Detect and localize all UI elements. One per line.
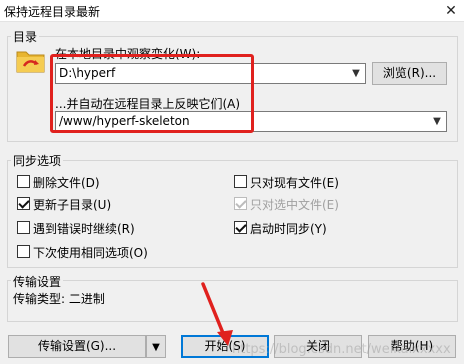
chevron-down-icon[interactable]: ▼: [347, 64, 365, 83]
delete-files-checkbox[interactable]: [17, 175, 30, 188]
directory-group-label: 目录: [11, 28, 40, 45]
delete-files-label: 删除文件(D): [33, 176, 100, 190]
browse-button[interactable]: 浏览(R)...: [372, 62, 447, 85]
transfer-group-label: 传输设置: [11, 273, 64, 290]
selected-files-only-checkbox: [234, 197, 247, 210]
close-icon[interactable]: ✕: [438, 0, 464, 22]
title-bar: 保持远程目录最新 ✕: [0, 0, 464, 22]
highlight-annotation: [50, 54, 254, 133]
transfer-settings-dropdown[interactable]: ▼: [146, 335, 166, 358]
sync-folder-icon: [16, 51, 45, 73]
same-options-next-time-label: 下次使用相同选项(O): [33, 246, 148, 260]
transfer-type-text: 传输类型: 二进制: [13, 292, 105, 306]
existing-files-only-label: 只对现有文件(E): [250, 176, 339, 190]
selected-files-only-label: 只对选中文件(E): [250, 198, 339, 212]
existing-files-only-checkbox[interactable]: [234, 175, 247, 188]
continue-on-error-checkbox[interactable]: [17, 221, 30, 234]
update-subdirs-checkbox[interactable]: [17, 197, 30, 210]
sync-on-start-label: 启动时同步(Y): [250, 222, 327, 236]
watermark-text: https://blog.csdn.net/weikaixxxxx: [232, 342, 451, 357]
window-title: 保持远程目录最新: [4, 5, 101, 19]
chevron-down-icon: ▼: [152, 342, 160, 353]
sync-options-label: 同步选项: [11, 152, 64, 169]
chevron-down-icon[interactable]: ▼: [428, 112, 446, 131]
update-subdirs-label: 更新子目录(U): [33, 198, 112, 212]
sync-on-start-checkbox[interactable]: [234, 221, 247, 234]
same-options-next-time-checkbox[interactable]: [17, 245, 30, 258]
continue-on-error-label: 遇到错误时继续(R): [33, 222, 135, 236]
transfer-settings-button[interactable]: 传输设置(G)...: [8, 335, 146, 358]
arrow-annotation-icon: [201, 282, 233, 346]
